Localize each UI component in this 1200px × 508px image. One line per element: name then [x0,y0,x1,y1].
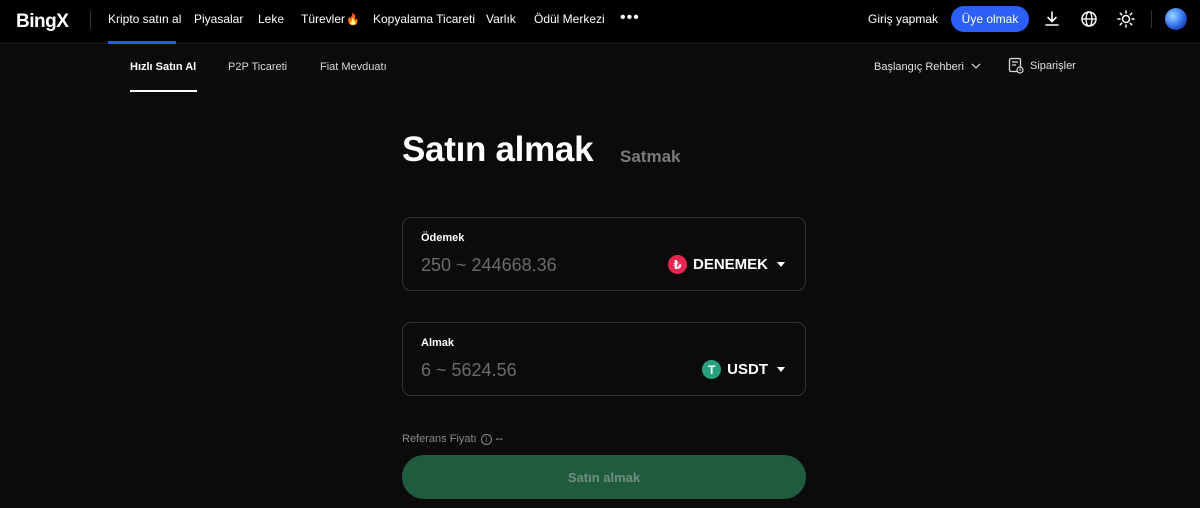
login-link[interactable]: Giriş yapmak [868,12,938,26]
beginner-guide-label: Başlangıç Rehberi [874,61,964,73]
pay-label: Ödemek [421,232,465,244]
tab-p2p-trading[interactable]: P2P Ticareti [228,61,287,73]
avatar[interactable] [1165,8,1187,30]
buy-submit-button[interactable]: Satın almak [402,455,806,499]
beginner-guide-dropdown[interactable]: Başlangıç Rehberi [874,61,981,73]
tab-buy[interactable]: Satın almak [402,130,594,170]
subnav-active-indicator [130,90,197,92]
sun-icon[interactable] [1116,9,1136,29]
nav-item-rewards[interactable]: Ödül Merkezi [534,12,605,26]
pay-currency-select[interactable]: ₺ DENEMEK [667,255,785,274]
orders-icon [1008,57,1024,74]
tab-quick-buy[interactable]: Hızlı Satın Al [130,61,196,73]
nav-item-derivatives[interactable]: Türevler🔥 [301,12,360,26]
orders-label: Siparişler [1030,59,1076,72]
chevron-down-icon [971,63,981,69]
receive-currency-name: USDT [727,361,768,378]
header-divider [1151,10,1152,28]
download-icon[interactable] [1042,9,1062,29]
lira-icon: ₺ [667,255,687,274]
nav-item-buy-crypto[interactable]: Kripto satın al [108,12,181,26]
nav-divider [90,11,91,29]
nav-item-assets[interactable]: Varlık [486,12,516,26]
pay-amount-input[interactable] [421,254,651,276]
nav-item-copy-trading[interactable]: Kopyalama Ticareti [373,12,475,26]
tab-sell[interactable]: Satmak [620,147,680,167]
more-icon[interactable]: ••• [620,9,640,27]
tab-fiat-deposit[interactable]: Fiat Mevduatı [320,61,387,73]
nav-active-indicator [108,41,176,44]
pay-currency-name: DENEMEK [692,256,768,273]
info-icon[interactable]: i [480,433,492,445]
receive-currency-select[interactable]: T USDT [702,360,785,379]
bingx-logo[interactable]: BingX [16,11,69,33]
reference-price-value: -- [495,433,503,445]
nav-item-markets[interactable]: Piyasalar [194,12,243,26]
pay-card: Ödemek ₺ DENEMEK [402,217,806,291]
sub-navbar: Hızlı Satın Al P2P Ticareti Fiat Mevduat… [0,45,1200,93]
receive-amount-input[interactable] [421,359,651,381]
reference-price-label: Referans Fiyatı [402,433,477,445]
nav-item-derivatives-label: Türevler [301,12,346,26]
signup-button[interactable]: Üye olmak [951,6,1029,32]
caret-down-icon [777,367,785,372]
globe-icon[interactable] [1079,9,1099,29]
orders-link[interactable]: Siparişler [1008,57,1076,74]
receive-label: Almak [421,337,455,349]
nav-item-spot[interactable]: Leke [258,12,284,26]
receive-card: Almak T USDT [402,322,806,396]
top-navbar: BingX Kripto satın al Piyasalar Leke Tür… [0,0,1200,44]
reference-price: Referans Fiyatı i -- [402,433,503,445]
fire-icon: 🔥 [346,14,360,26]
usdt-icon: T [702,360,722,379]
caret-down-icon [777,262,785,267]
